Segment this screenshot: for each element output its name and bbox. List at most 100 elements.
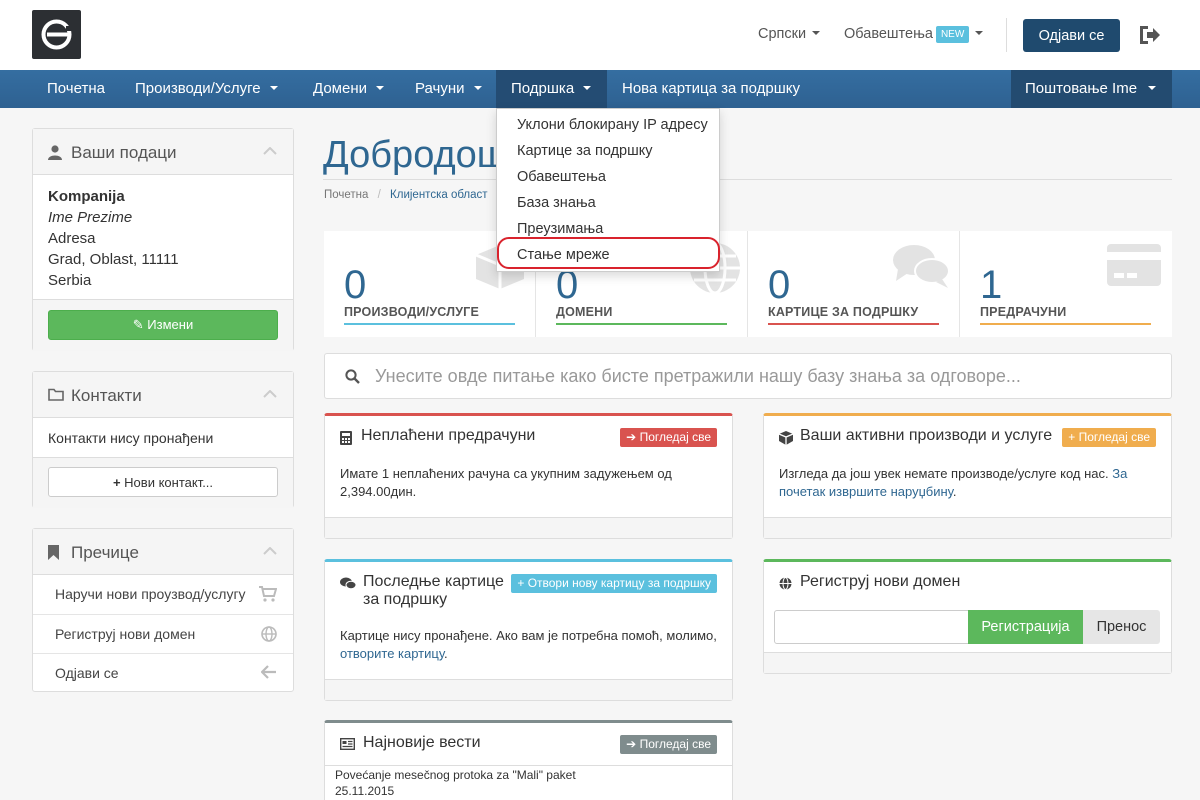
tile-underline — [768, 323, 939, 325]
nav-new-ticket[interactable]: Нова картица за подршку — [607, 70, 815, 108]
new-contact-label: Нови контакт... — [124, 474, 214, 490]
card-body-text-main: Картице нису пронађене. Ако вам је потре… — [340, 628, 717, 643]
menu-item-support-tickets[interactable]: Картице за подршку — [517, 143, 652, 159]
shortcut-logout[interactable]: Одјави се — [33, 653, 293, 692]
register-domain-button[interactable]: Регистрација — [968, 610, 1083, 644]
chevron-down-icon — [376, 86, 384, 90]
breadcrumb: Почетна / Клијентска област — [324, 189, 488, 201]
chevron-down-icon — [812, 31, 821, 35]
view-all-invoices-button[interactable]: ➔ Погледај све — [620, 428, 717, 447]
nav-invoices[interactable]: Рачуни — [400, 70, 497, 108]
news-item[interactable]: Povećanje mesečnog protoka za "Mali" pak… — [335, 767, 576, 799]
search-input[interactable] — [375, 354, 1155, 398]
view-all-news-button[interactable]: ➔ Погледај све — [620, 735, 717, 754]
panel-title: Ваши подаци — [71, 143, 177, 162]
logout-button[interactable]: Одјави се — [1023, 19, 1120, 52]
nav-products-label: Производи/Услуге — [135, 80, 261, 97]
chevron-up-icon[interactable] — [263, 147, 277, 155]
plus-icon: + — [517, 576, 525, 590]
recent-tickets-card: Последње картице за подршку + Отвори нову… — [324, 559, 733, 701]
panel-title: Контакти — [71, 386, 142, 405]
bookmark-icon — [48, 545, 59, 560]
panel-header: Ваши подаци — [33, 129, 293, 175]
main-navbar: Почетна Производи/Услуге Домени Рачуни П… — [0, 70, 1200, 108]
nav-user-menu[interactable]: Поштовање Ime — [1011, 70, 1172, 108]
support-dropdown-menu: Уклони блокирану IP адресу Картице за по… — [496, 108, 720, 272]
tile-value: 0 — [768, 263, 791, 307]
domain-input[interactable] — [774, 610, 969, 644]
contacts-empty-text: Контакти нису пронађени — [48, 430, 214, 446]
nav-products[interactable]: Производи/Услуге — [120, 70, 293, 108]
card-title: Последње картице за подршку — [363, 573, 504, 609]
nav-home-label: Почетна — [47, 80, 105, 97]
edit-details-button[interactable]: ✎ Измени — [48, 310, 278, 340]
tile-tickets[interactable]: 0 КАРТИЦЕ ЗА ПОДРШКУ — [748, 231, 960, 337]
top-header: Српски Обавештења NEW Одјави се — [0, 0, 1200, 70]
tile-label: КАРТИЦЕ ЗА ПОДРШКУ — [768, 305, 919, 319]
chevron-down-icon — [583, 86, 592, 90]
menu-item-announcements[interactable]: Обавештења — [517, 169, 606, 185]
nav-home[interactable]: Почетна — [32, 70, 120, 108]
divider — [325, 765, 732, 766]
logo[interactable] — [32, 10, 81, 59]
chevron-up-icon[interactable] — [263, 547, 277, 555]
exit-icon[interactable] — [1138, 24, 1162, 46]
card-body-text: Изгледа да још увек немате производе/усл… — [779, 466, 1128, 499]
new-badge: NEW — [935, 26, 970, 43]
chevron-down-icon — [975, 31, 984, 35]
tile-label: ДОМЕНИ — [556, 305, 613, 319]
badge-label: Отвори нову картицу за подршку — [527, 576, 711, 590]
tile-value: 0 — [344, 263, 367, 307]
comments-icon — [340, 577, 356, 590]
shortcut-register-domain[interactable]: Региструј нови домен — [33, 614, 293, 653]
tile-invoices[interactable]: 1 ПРЕДРАЧУНИ — [960, 231, 1172, 337]
nav-domains-label: Домени — [313, 80, 367, 97]
nav-invoices-label: Рачуни — [415, 80, 465, 97]
news-item-date: 25.11.2015 — [335, 784, 395, 798]
nav-domains[interactable]: Домени — [298, 70, 399, 108]
divider — [1006, 18, 1007, 52]
chevron-down-icon — [1148, 86, 1157, 90]
plus-icon: + — [112, 474, 121, 490]
company-name: Kompanija — [48, 188, 125, 205]
chevron-up-icon[interactable] — [263, 390, 277, 398]
new-contact-button[interactable]: + Нови контакт... — [48, 467, 278, 497]
address-line: Adresa — [48, 230, 96, 247]
tile-underline — [344, 323, 515, 325]
chevron-down-icon — [269, 86, 278, 90]
notifications-dropdown[interactable]: Обавештења NEW — [844, 26, 984, 43]
shortcut-order[interactable]: Наручи нови проузвод/услугу — [33, 575, 293, 614]
menu-item-downloads[interactable]: Преузимања — [517, 221, 603, 237]
breadcrumb-home[interactable]: Почетна — [324, 189, 368, 201]
latest-news-card: Најновије вести ➔ Погледај све Povećanje… — [324, 720, 733, 800]
nav-support[interactable]: Подршка — [496, 70, 607, 108]
panel-header: Контакти — [33, 372, 293, 418]
address-block: Kompanija Ime Prezime Adresa Grad, Oblas… — [48, 186, 179, 291]
cart-icon — [259, 586, 277, 602]
open-ticket-link[interactable]: отворите картицу — [340, 646, 444, 661]
chevron-down-icon — [473, 86, 482, 90]
pencil-icon: ✎ — [132, 317, 144, 332]
menu-item-knowledgebase[interactable]: База знања — [517, 195, 596, 211]
panel-title: Пречице — [71, 543, 139, 562]
panel-header: Пречице — [33, 529, 293, 575]
badge-label: Погледај све — [1078, 430, 1150, 444]
knowledgebase-search — [324, 353, 1172, 399]
menu-item-network-status[interactable]: Стање мреже — [517, 247, 610, 263]
breadcrumb-separator: / — [377, 189, 381, 201]
stats-tiles: 0 ПРОИЗВОДИ/УСЛУГЕ 0 ДОМЕНИ 0 КАРТИЦЕ ЗА… — [324, 231, 1172, 337]
shortcuts-panel: Пречице Наручи нови проузвод/услугу Реги… — [32, 528, 294, 692]
view-all-products-button[interactable]: + Погледај све — [1062, 428, 1156, 447]
nav-new-ticket-label: Нова картица за подршку — [622, 80, 800, 97]
breadcrumb-current: Клијентска област — [390, 189, 488, 201]
card-title: Региструј нови домен — [800, 573, 961, 590]
register-domain-card: Региструј нови домен Регистрација Пренос — [763, 559, 1172, 674]
menu-item-unblock-ip[interactable]: Уклони блокирану IP адресу — [517, 117, 708, 133]
language-dropdown[interactable]: Српски — [758, 26, 821, 42]
tile-label: ПРОИЗВОДИ/УСЛУГЕ — [344, 305, 479, 319]
card-footer — [764, 517, 1171, 538]
transfer-domain-button[interactable]: Пренос — [1083, 610, 1160, 644]
user-icon — [48, 145, 62, 160]
comments-icon — [893, 245, 950, 288]
open-new-ticket-button[interactable]: + Отвори нову картицу за подршку — [511, 574, 717, 593]
